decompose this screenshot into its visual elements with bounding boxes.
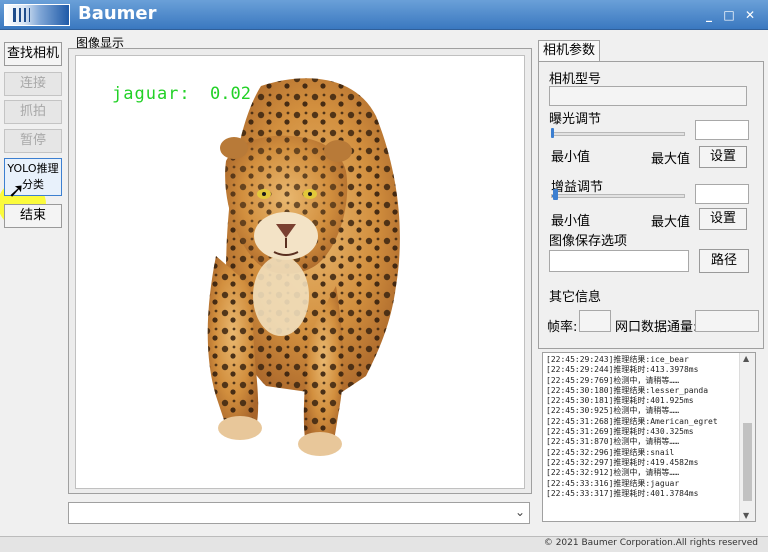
fps-field[interactable]	[579, 310, 611, 332]
log-line: [22:45:30:181]推理耗时:401.925ms	[546, 396, 694, 406]
path-button[interactable]: 路径	[699, 249, 749, 273]
fps-label: 帧率:	[547, 320, 578, 335]
gain-slider[interactable]	[551, 194, 685, 198]
log-lines: [22:45:29:243]推理结果:ice_bear [22:45:29:244…	[546, 355, 738, 499]
camera-params-panel: 相机型号 曝光调节 最小值 最大值 设置 增益调节 最小值 最大值 设置 图像保…	[538, 61, 764, 349]
chevron-down-icon: ⌄	[514, 505, 525, 519]
gain-max-label: 最大值	[651, 215, 691, 230]
title-bar: Baumer _ □ ✕	[0, 0, 768, 30]
log-line: [22:45:30:180]推理结果:lesser_panda	[546, 385, 709, 395]
log-line: [22:45:29:243]推理结果:ice_bear	[546, 355, 689, 364]
pause-button[interactable]: 暂停	[4, 129, 62, 153]
exposure-slider-thumb[interactable]	[551, 128, 554, 138]
log-line: [22:45:32:912]检测中，请稍等……	[546, 468, 680, 478]
capture-button[interactable]: 抓拍	[4, 100, 62, 124]
image-display-group: jaguar: 0.02	[68, 48, 532, 494]
exposure-min-label: 最小值	[551, 150, 591, 165]
end-button[interactable]: 结束	[4, 204, 62, 228]
exposure-label: 曝光调节	[549, 112, 602, 127]
baumer-logo	[4, 4, 70, 26]
maximize-button[interactable]: □	[720, 6, 738, 24]
save-path-field[interactable]	[549, 250, 689, 272]
camera-model-field[interactable]	[549, 86, 747, 106]
image-source-dropdown[interactable]: ⌄	[68, 502, 530, 524]
gain-input[interactable]	[695, 184, 749, 204]
log-scrollbar[interactable]: ▲ ▼	[739, 353, 755, 521]
log-line: [22:45:32:296]推理结果:snail	[546, 447, 675, 457]
gain-min-label: 最小值	[551, 214, 591, 229]
find-camera-button[interactable]: 查找相机	[4, 42, 62, 66]
exposure-max-label: 最大值	[651, 152, 691, 167]
close-button[interactable]: ✕	[741, 6, 759, 24]
minimize-button[interactable]: _	[700, 6, 718, 24]
throughput-label: 网口数据通量:	[615, 320, 698, 335]
exposure-set-button[interactable]: 设置	[699, 146, 747, 168]
scrollbar-thumb[interactable]	[743, 423, 752, 501]
connect-button[interactable]: 连接	[4, 72, 62, 96]
log-line: [22:45:31:268]推理结果:American_egret	[546, 416, 718, 426]
scroll-down-icon[interactable]: ▼	[743, 511, 749, 520]
throughput-field[interactable]	[695, 310, 759, 332]
log-line: [22:45:33:316]推理结果:jaguar	[546, 478, 680, 488]
scroll-up-icon[interactable]: ▲	[743, 354, 749, 363]
image-save-options-label: 图像保存选项	[549, 234, 628, 249]
exposure-input[interactable]	[695, 120, 749, 140]
log-line: [22:45:29:769]检测中，请稍等……	[546, 375, 680, 385]
log-line: [22:45:31:870]检测中，请稍等……	[546, 437, 680, 447]
log-line: [22:45:33:317]推理耗时:401.3784ms	[546, 488, 699, 498]
gain-slider-thumb[interactable]	[553, 189, 558, 200]
gain-label: 增益调节	[551, 180, 604, 195]
exposure-slider[interactable]	[551, 132, 685, 136]
log-line: [22:45:31:269]推理耗时:430.325ms	[546, 427, 694, 437]
image-viewport: jaguar: 0.02	[75, 55, 525, 489]
camera-model-label: 相机型号	[549, 72, 602, 87]
jaguar-image	[207, 78, 400, 456]
log-line: [22:45:32:297]推理耗时:419.4582ms	[546, 457, 699, 467]
detection-label: jaguar:	[112, 84, 191, 104]
tab-camera-params[interactable]: 相机参数	[538, 40, 600, 62]
other-info-label: 其它信息	[549, 290, 602, 305]
main-area: 查找相机 连接 抓拍 暂停 YOLO推理分类 ➚ 结束 图像显示 jaguar:…	[0, 30, 768, 536]
window-title: Baumer	[78, 3, 157, 24]
mouse-cursor-icon: ➚	[8, 178, 25, 202]
status-bar: © 2021 Baumer Corporation.All rights res…	[0, 536, 768, 552]
log-output[interactable]: [22:45:29:243]推理结果:ice_bear [22:45:29:244…	[542, 352, 756, 522]
detection-score: 0.02	[210, 84, 251, 104]
copyright-text: © 2021 Baumer Corporation.All rights res…	[543, 538, 758, 548]
gain-set-button[interactable]: 设置	[699, 208, 747, 230]
log-line: [22:45:30:925]检测中，请稍等……	[546, 406, 680, 416]
log-line: [22:45:29:244]推理耗时:413.3978ms	[546, 365, 699, 375]
